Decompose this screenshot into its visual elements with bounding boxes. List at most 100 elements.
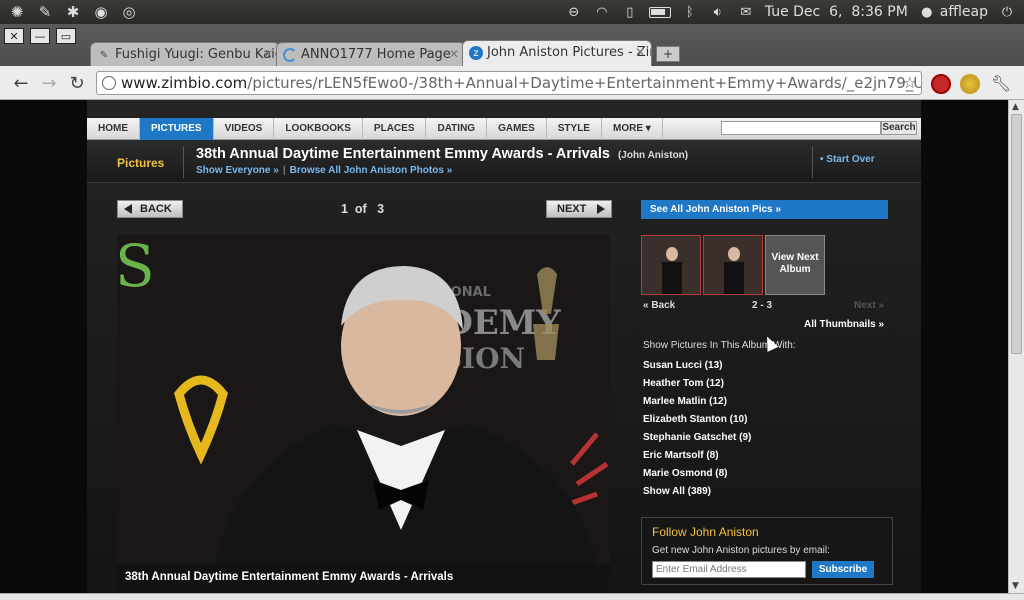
breadcrumb-links: Show Everyone » | Browse All John Aniston … xyxy=(196,165,453,176)
address-bar[interactable]: www.zimbio.com/pictures/rLEN5fEwo0-/38th… xyxy=(96,71,922,95)
site-nav: HOME PICTURES VIDEOS LOOKBOOKS PLACES DA… xyxy=(87,118,921,140)
svg-text:S: S xyxy=(117,234,155,300)
close-tab-icon[interactable]: ✕ xyxy=(635,45,645,59)
follow-box: Follow John Aniston Get new John Aniston… xyxy=(641,517,893,585)
person-link[interactable]: Marie Osmond (8) xyxy=(643,468,751,486)
system-top-panel: ✺ ✎ ✱ ◉ ◎ ⊖ ◠ ▯ ᛒ 🔉︎ ✉ Tue Dec 6, 8:36 P… xyxy=(0,0,1024,24)
new-tab-button[interactable]: + xyxy=(656,46,680,62)
album-person: (John Aniston) xyxy=(617,150,689,161)
browse-all-link[interactable]: Browse All John Aniston Photos » xyxy=(290,165,453,176)
people-list: Susan Lucci (13) Heather Tom (12) Marlee… xyxy=(643,360,751,504)
follow-description: Get new John Aniston pictures by email: xyxy=(652,545,830,556)
thumbnail-2[interactable] xyxy=(703,235,763,295)
volume-icon[interactable]: 🔉︎ xyxy=(709,3,727,21)
start-over-link[interactable]: • Start Over xyxy=(820,154,875,165)
nav-home[interactable]: HOME xyxy=(87,118,140,140)
thumbnail-image xyxy=(704,236,762,294)
thumbnail-image xyxy=(642,236,700,294)
wifi-icon[interactable]: ◠ xyxy=(593,3,611,21)
power-icon[interactable]: ⏻ xyxy=(998,3,1016,21)
tab-john-aniston[interactable]: z John Aniston Pictures - Zimbio ✕ xyxy=(462,40,652,66)
adblock-icon[interactable] xyxy=(931,74,951,94)
close-window-button[interactable]: ✕ xyxy=(4,28,24,44)
wrench-icon[interactable]: 🔧︎ xyxy=(990,72,1012,94)
site-search-input[interactable] xyxy=(721,121,881,135)
url-path: /pictures/rLEN5fEwo0-/38th+Annual+Daytim… xyxy=(247,74,922,92)
main-photo[interactable]: S NATIONAL ADEMY VISION xyxy=(117,234,610,564)
scroll-down-icon[interactable]: ▼ xyxy=(1012,581,1019,591)
page-scrollbar[interactable]: ▲ ▼ xyxy=(1008,100,1024,593)
photo-counter: 1 of 3 xyxy=(341,202,384,216)
photo-caption: 38th Annual Daytime Entertainment Emmy A… xyxy=(125,571,454,583)
right-arrow-icon xyxy=(597,204,605,214)
username[interactable]: affleap xyxy=(940,4,988,20)
tab-anno1777[interactable]: ANNO1777 Home Page ✕ xyxy=(276,42,466,66)
divider xyxy=(183,146,184,178)
nav-videos[interactable]: VIDEOS xyxy=(214,118,275,140)
person-link[interactable]: Stephanie Gatschet (9) xyxy=(643,432,751,450)
person-link[interactable]: Elizabeth Stanton (10) xyxy=(643,414,751,432)
thumbnail-1[interactable] xyxy=(641,235,701,295)
all-thumbnails-link[interactable]: All Thumbnails » xyxy=(804,319,884,330)
settings-gear-icon[interactable]: ✱ xyxy=(62,2,84,22)
nav-lookbooks[interactable]: LOOKBOOKS xyxy=(274,118,363,140)
chrome-launcher-icon[interactable]: ◎ xyxy=(118,2,140,22)
person-link[interactable]: Eric Martsolf (8) xyxy=(643,450,751,468)
person-link[interactable]: Marlee Matlin (12) xyxy=(643,396,751,414)
stop-icon[interactable]: ⊖ xyxy=(565,3,583,21)
counter-total: 3 xyxy=(377,202,385,216)
globe-icon xyxy=(102,76,116,90)
tab-fushigi-yuugi[interactable]: ✎ Fushigi Yuugi: Genbu Kaiden ✕ xyxy=(90,42,280,66)
thumbs-range: 2 - 3 xyxy=(752,300,773,311)
tab-title: John Aniston Pictures - Zimbio xyxy=(487,45,651,60)
email-field[interactable] xyxy=(652,561,806,578)
nav-pictures[interactable]: PICTURES xyxy=(140,118,214,140)
zimbio-icon: z xyxy=(469,46,483,60)
nav-style[interactable]: STYLE xyxy=(547,118,602,140)
reload-icon[interactable]: ↻ xyxy=(66,72,88,94)
subscribe-button[interactable]: Subscribe xyxy=(812,561,874,578)
site-search-button[interactable]: Search xyxy=(881,121,917,135)
back-arrow-icon[interactable]: ← xyxy=(10,72,32,94)
section-label[interactable]: Pictures xyxy=(117,156,164,170)
scrollbar-thumb[interactable] xyxy=(1011,114,1022,354)
show-all-link[interactable]: Show All (389) xyxy=(643,486,751,504)
nav-games[interactable]: GAMES xyxy=(487,118,547,140)
scroll-up-icon[interactable]: ▲ xyxy=(1012,102,1019,112)
minimize-window-button[interactable]: — xyxy=(30,28,50,44)
maximize-window-button[interactable]: ▭ xyxy=(56,28,76,44)
view-next-album-button[interactable]: View Next Album xyxy=(765,235,825,295)
photo-image: S NATIONAL ADEMY VISION xyxy=(117,234,610,564)
thumbs-next-link[interactable]: Next » xyxy=(854,300,884,311)
show-everyone-link[interactable]: Show Everyone » xyxy=(196,165,279,176)
battery-icon[interactable] xyxy=(648,6,671,18)
device-icon[interactable]: ▯ xyxy=(621,3,639,21)
start-over-label: Start Over xyxy=(826,154,875,165)
page-viewport: HOME PICTURES VIDEOS LOOKBOOKS PLACES DA… xyxy=(0,100,1008,593)
text-editor-icon[interactable]: ✎ xyxy=(34,2,56,22)
bluetooth-icon[interactable]: ᛒ xyxy=(681,3,699,21)
clock[interactable]: Tue Dec 6, 8:36 PM xyxy=(765,4,908,20)
divider xyxy=(812,146,813,178)
forward-arrow-icon[interactable]: → xyxy=(38,72,60,94)
nav-more[interactable]: MORE ▾ xyxy=(602,118,663,140)
mail-icon[interactable]: ✉ xyxy=(737,3,755,21)
left-arrow-icon xyxy=(124,204,132,214)
browser-chrome: ✕ — ▭ ✎ Fushigi Yuugi: Genbu Kaiden ✕ AN… xyxy=(0,24,1024,100)
thumbs-back-link[interactable]: « Back xyxy=(643,300,675,311)
person-link[interactable]: Susan Lucci (13) xyxy=(643,360,751,378)
person-link[interactable]: Heather Tom (12) xyxy=(643,378,751,396)
bookmark-star-icon[interactable]: ☆ xyxy=(903,72,917,94)
back-button[interactable]: BACK xyxy=(117,200,183,218)
tab-strip: ✎ Fushigi Yuugi: Genbu Kaiden ✕ ANNO1777… xyxy=(90,40,680,66)
see-all-pics-button[interactable]: See All John Aniston Pics » xyxy=(641,200,888,219)
system-icon[interactable]: ◉ xyxy=(90,2,112,22)
nav-dating[interactable]: DATING xyxy=(426,118,488,140)
zimbio-page: HOME PICTURES VIDEOS LOOKBOOKS PLACES DA… xyxy=(87,100,921,593)
ubuntu-logo-icon[interactable]: ✺ xyxy=(6,2,28,22)
nav-places[interactable]: PLACES xyxy=(363,118,427,140)
close-tab-icon[interactable]: ✕ xyxy=(263,47,273,61)
extension-gear-icon[interactable] xyxy=(960,74,980,94)
next-button[interactable]: NEXT xyxy=(546,200,612,218)
close-tab-icon[interactable]: ✕ xyxy=(449,47,459,61)
